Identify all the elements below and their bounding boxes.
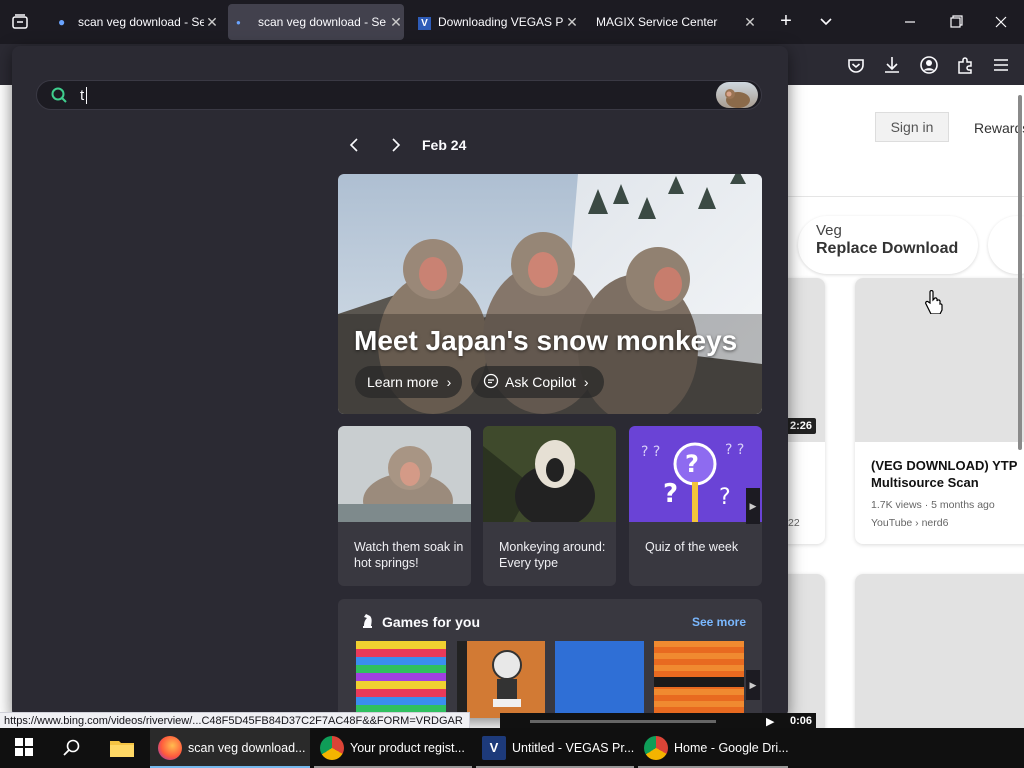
story-card-3-text: Quiz of the week: [645, 540, 739, 554]
taskbar-item-label: Home - Google Dri...: [674, 741, 789, 755]
extensions-icon[interactable]: [954, 54, 976, 76]
minimize-button[interactable]: [900, 12, 920, 32]
sign-in-button[interactable]: Sign in: [875, 112, 949, 142]
story-card-2[interactable]: Monkeying around: Every type: [483, 426, 616, 586]
video-card-4[interactable]: [855, 574, 1024, 734]
taskbar-item-firefox[interactable]: scan veg download...: [150, 728, 310, 768]
video-thumbnail: [855, 574, 1024, 734]
tab-3[interactable]: V Downloading VEGAS Pr ✕: [410, 4, 580, 40]
monkey-avatar-icon[interactable]: [716, 82, 758, 108]
hot-spring-monkey-image: [338, 426, 471, 529]
hand-cursor-icon: [924, 289, 944, 315]
close-icon[interactable]: ✕: [204, 14, 220, 31]
tab-3-title: Downloading VEGAS Pr: [438, 15, 564, 29]
account-icon[interactable]: [918, 54, 940, 76]
close-window-button[interactable]: [991, 12, 1011, 32]
related-search-pill-line1: Veg: [816, 222, 842, 239]
chevron-right-icon: ›: [446, 374, 452, 390]
taskbar-item-chrome-2[interactable]: Home - Google Dri...: [638, 728, 789, 768]
restore-button[interactable]: [946, 12, 966, 32]
ask-copilot-label: Ask Copilot: [505, 374, 576, 390]
vegas-icon: V: [482, 736, 506, 760]
taskbar-item-label: scan veg download...: [188, 741, 306, 755]
chess-knight-icon: [358, 612, 376, 630]
loading-favicon-icon: ●: [236, 17, 241, 27]
tab-overview-icon[interactable]: [10, 12, 30, 32]
game-thumbnail-4[interactable]: [654, 641, 744, 718]
vegas-favicon-icon: V: [418, 15, 438, 30]
chrome-icon: [320, 736, 344, 760]
ask-copilot-button[interactable]: Ask Copilot ›: [471, 366, 604, 398]
video-card-2-source: YouTube › nerd6: [871, 517, 949, 529]
tab-4-title: MAGIX Service Center: [596, 15, 718, 29]
see-more-link[interactable]: See more: [692, 615, 746, 629]
taskbar-item-vegas[interactable]: V Untitled - VEGAS Pr...: [476, 728, 634, 768]
download-icon[interactable]: [881, 54, 903, 76]
chevron-right-icon: ›: [583, 374, 589, 390]
search-favicon-icon: ●: [58, 15, 66, 29]
games-carousel-next-button[interactable]: ▶: [746, 670, 760, 700]
story-card-1-text: Watch them soak in hot springs!: [354, 540, 464, 570]
svg-text:?: ?: [663, 479, 678, 509]
tab-4[interactable]: MAGIX Service Center ✕: [588, 4, 758, 40]
game-thumbnail-2[interactable]: [457, 641, 545, 718]
firefox-icon: [158, 736, 182, 760]
story-card-1[interactable]: Watch them soak in hot springs!: [338, 426, 471, 586]
new-tab-button[interactable]: +: [776, 10, 796, 32]
rewards-link[interactable]: Rewards: [974, 120, 1024, 136]
taskbar-item-label: Your product regist...: [350, 741, 465, 755]
video-progress-track: [530, 720, 716, 723]
menu-icon[interactable]: [990, 54, 1012, 76]
video-duration-badge: 2:26: [786, 418, 817, 434]
text-caret: [86, 87, 87, 104]
taskbar-search-icon[interactable]: [62, 738, 82, 758]
story-card-2-text: Monkeying around: Every type: [499, 540, 606, 570]
video-time: 0:06: [790, 715, 813, 727]
play-icon[interactable]: ▶: [766, 715, 774, 728]
search-icon: [50, 86, 68, 104]
game-thumbnail-1[interactable]: [356, 641, 446, 718]
close-icon[interactable]: ✕: [564, 14, 580, 31]
story-card-3[interactable]: ? ? ? ? ??? Quiz of the week: [629, 426, 762, 586]
search-typed-text: t: [80, 87, 85, 104]
tab-list-button[interactable]: [816, 12, 836, 32]
tab-2[interactable]: ● scan veg download - Se ✕: [228, 4, 404, 40]
close-icon[interactable]: ✕: [742, 14, 758, 31]
tab-1[interactable]: ● scan veg download - Se ✕: [50, 4, 220, 40]
carousel-next-button[interactable]: ▶: [746, 488, 760, 524]
taskbar-item-label: Untitled - VEGAS Pr...: [512, 741, 635, 755]
page-scrollbar[interactable]: [1018, 95, 1022, 450]
search-input[interactable]: [36, 80, 762, 110]
page-header-divider: [788, 196, 1024, 197]
svg-text:? ?: ? ?: [725, 442, 744, 458]
file-explorer-icon[interactable]: [108, 736, 136, 760]
video-card-2-views: 1.7K views · 5 months ago: [871, 499, 995, 511]
taskbar-item-chrome-1[interactable]: Your product regist...: [314, 728, 472, 768]
quiz-image: ? ? ? ? ???: [629, 426, 762, 522]
hero-title[interactable]: Meet Japan's snow monkeys: [354, 325, 737, 357]
game-thumbnail-3[interactable]: [555, 641, 644, 718]
next-arrow-icon[interactable]: [386, 136, 404, 154]
previous-arrow-icon[interactable]: [346, 136, 364, 154]
svg-text:? ?: ? ?: [641, 444, 660, 460]
close-icon[interactable]: ✕: [388, 14, 404, 31]
video-card-2-title[interactable]: (VEG DOWNLOAD) YTP Multisource Scan: [871, 457, 1024, 491]
chat-bubble-icon: [483, 373, 499, 392]
tab-2-title: scan veg download - Se: [258, 15, 387, 29]
saki-monkey-image: [483, 426, 616, 528]
windows-start-icon[interactable]: [15, 738, 33, 756]
video-card-1-meta: 22: [788, 517, 800, 529]
learn-more-button[interactable]: Learn more ›: [355, 366, 462, 398]
date-label: Feb 24: [422, 137, 467, 153]
learn-more-label: Learn more: [367, 374, 439, 390]
chrome-icon: [644, 736, 668, 760]
pocket-icon[interactable]: [845, 54, 867, 76]
games-title: Games for you: [382, 614, 481, 630]
svg-text:?: ?: [719, 485, 731, 510]
related-search-pill-line2: Replace Download: [816, 240, 959, 257]
tab-1-title: scan veg download - Se: [78, 15, 204, 29]
svg-text:?: ?: [685, 450, 699, 478]
